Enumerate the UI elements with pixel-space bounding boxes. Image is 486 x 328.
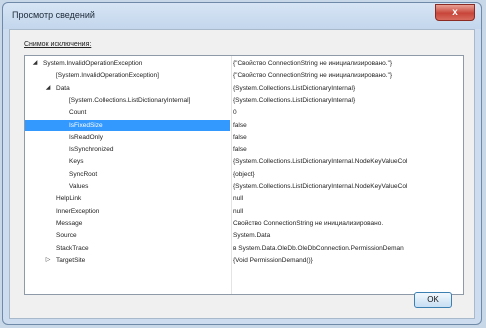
exception-snapshot-label: Снимок исключения: (24, 41, 92, 48)
property-row[interactable]: IsReadOnly false (25, 132, 463, 143)
property-name: IsFixedSize (25, 119, 230, 131)
property-name: IsSynchronized (69, 146, 114, 154)
title-bar[interactable]: Просмотр сведений x (3, 3, 481, 27)
property-value: null (233, 207, 244, 215)
property-row[interactable]: Keys {System.Collections.ListDictionaryIn… (25, 156, 463, 167)
close-icon: x (452, 7, 458, 18)
property-name: IsReadOnly (69, 133, 103, 141)
property-value: {System.Collections.ListDictionaryIntern… (233, 84, 356, 92)
property-row[interactable]: SyncRoot {object} (25, 169, 463, 180)
property-name: Values (69, 183, 89, 190)
property-row[interactable]: ▷ TargetSite {Void PermissionDemand()} (25, 255, 463, 266)
property-value: {System.Collections.ListDictionaryIntern… (233, 183, 408, 190)
close-button[interactable]: x (435, 4, 475, 21)
property-value: {System.Collections.ListDictionaryIntern… (233, 96, 356, 104)
property-row[interactable]: ◢ System.InvalidOperationException {"Свойс… (25, 58, 463, 69)
property-row[interactable]: HelpLink null (25, 193, 463, 204)
property-value: {System.Collections.ListDictionaryIntern… (233, 158, 408, 166)
property-name: Message (56, 219, 83, 227)
property-row[interactable]: [System.Collections.ListDictionaryIntern… (25, 95, 463, 106)
property-value: false (233, 146, 247, 154)
property-row[interactable]: [System.InvalidOperationException] {"Свой… (25, 70, 463, 81)
property-value: в System.Data.OleDb.OleDbConnection.Perm… (233, 244, 404, 252)
property-value: {Void PermissionDemand()} (233, 256, 313, 264)
ok-button[interactable]: OK (414, 292, 452, 308)
property-name: HelpLink (56, 195, 82, 203)
property-value: 0 (233, 109, 237, 117)
property-name: Count (69, 109, 87, 117)
property-row[interactable]: Source System.Data (25, 230, 463, 241)
property-name: StackTrace (56, 244, 89, 252)
dialog-body: Снимок исключения: ◢ System.InvalidOperat… (9, 29, 475, 319)
property-name: SyncRoot (69, 170, 98, 178)
property-row[interactable]: InnerException null (25, 206, 463, 217)
property-value: false (233, 133, 247, 141)
property-row[interactable]: Message Свойство ConnectionString не иниц… (25, 218, 463, 229)
property-value: System.Data (233, 232, 271, 240)
property-value: null (233, 195, 244, 203)
property-name: Source (56, 232, 77, 240)
property-name: Keys (69, 158, 84, 166)
property-value: Свойство ConnectionString не инициализир… (233, 219, 384, 227)
details-dialog: Просмотр сведений x Снимок исключения: ◢… (2, 2, 482, 325)
exception-property-grid[interactable]: ◢ System.InvalidOperationException {"Свойс… (24, 55, 464, 295)
property-row[interactable]: Count 0 (25, 107, 463, 118)
property-name: Data (56, 84, 70, 92)
property-row[interactable]: ◢ Data {System.Collections.ListDictionaryI… (25, 83, 463, 94)
property-row[interactable]: IsSynchronized false (25, 144, 463, 155)
property-value: {"Свойство ConnectionString не инициализ… (233, 60, 393, 67)
dialog-title: Просмотр сведений (12, 10, 95, 20)
property-value: {object} (233, 170, 255, 178)
property-name: TargetSite (56, 256, 86, 264)
property-name: System.InvalidOperationException (43, 60, 143, 67)
property-value: false (233, 121, 247, 129)
property-value: {"Свойство ConnectionString не инициализ… (233, 72, 393, 80)
property-row[interactable]: StackTrace в System.Data.OleDb.OleDbConn… (25, 243, 463, 254)
property-row[interactable]: IsFixedSize false (25, 119, 463, 131)
property-name: InnerException (56, 207, 100, 215)
property-name: [System.Collections.ListDictionaryIntern… (69, 96, 191, 104)
property-row[interactable]: Values {System.Collections.ListDictionary… (25, 181, 463, 192)
property-name: [System.InvalidOperationException] (56, 72, 159, 80)
